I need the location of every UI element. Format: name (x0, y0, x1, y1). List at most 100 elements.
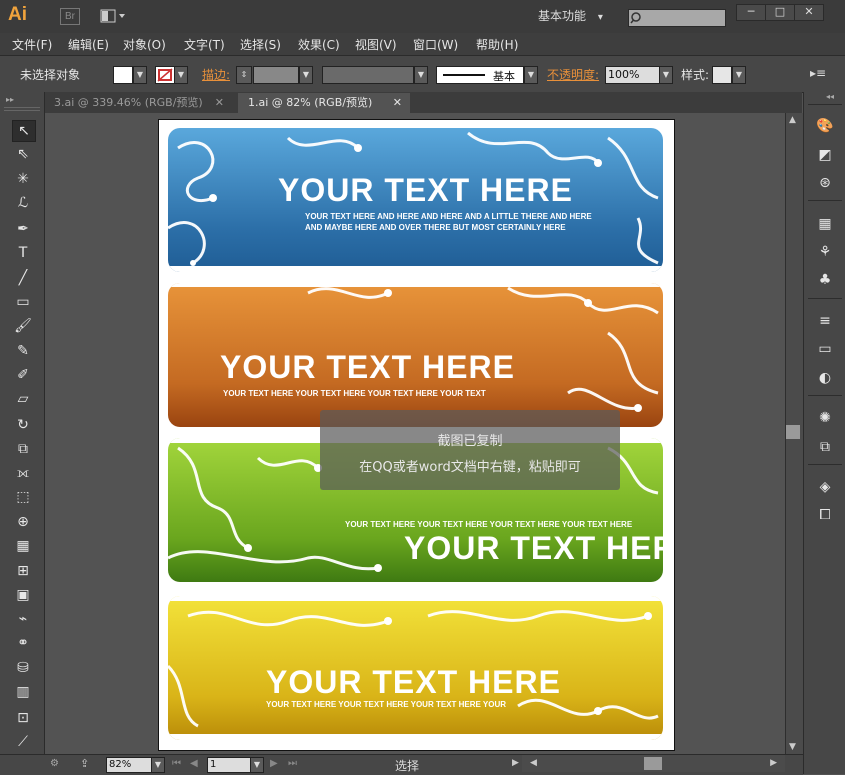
stroke-dropdown-icon[interactable]: ▼ (174, 66, 188, 84)
minimize-button[interactable]: ─ (736, 4, 766, 21)
magic-wand-tool-icon[interactable]: ✳ (12, 169, 34, 189)
stroke-weight-dropdown-icon[interactable]: ▼ (299, 66, 313, 84)
shape-builder-tool-icon[interactable]: ⊕ (12, 512, 34, 532)
swatches-icon[interactable]: ▦ (814, 214, 836, 234)
artboard-number-field[interactable]: 1 (207, 757, 251, 773)
paintbrush-tool-icon[interactable]: 🖌 (12, 316, 34, 336)
color-panel-icon[interactable]: 🎨 (814, 116, 836, 136)
pen-tool-icon[interactable]: ✒ (12, 219, 34, 239)
line-tool-icon[interactable]: ╱ (12, 268, 34, 288)
pencil-tool-icon[interactable]: ✎ (12, 341, 34, 361)
status-icon[interactable]: ⚙ (50, 758, 59, 769)
banner-yellow[interactable]: YOUR TEXT HERE YOUR TEXT HERE YOUR TEXT … (168, 596, 663, 740)
opacity-dropdown-icon[interactable]: ▼ (659, 66, 673, 84)
gradient-panel-icon[interactable]: ▭ (814, 339, 836, 359)
arrange-documents-icon[interactable] (100, 9, 128, 23)
artboard-dropdown-icon[interactable]: ▼ (250, 757, 264, 773)
width-tool-icon[interactable]: ⟗ (12, 463, 34, 483)
layers-panel-icon[interactable]: ◈ (814, 477, 836, 497)
stroke-panel-icon[interactable]: ≡ (814, 311, 836, 331)
column-graph-tool-icon[interactable]: ▥ (12, 682, 34, 702)
horizontal-scrollbar[interactable]: ◀ ▶ (522, 755, 785, 772)
first-artboard-icon[interactable]: ⏮ (172, 758, 181, 769)
menu-view[interactable]: 视图(V) (355, 36, 397, 53)
status-menu-icon[interactable]: ▶ (512, 758, 519, 768)
scroll-right-icon[interactable]: ▶ (770, 758, 777, 768)
panel-menu-icon[interactable]: ▸≡ (810, 66, 826, 80)
graphic-style-swatch[interactable] (712, 66, 732, 84)
close-window-button[interactable]: ✕ (794, 4, 824, 21)
workspace-switcher[interactable]: 基本功能 ▾ (538, 7, 613, 25)
eyedropper-tool-icon[interactable]: ⌁ (12, 609, 34, 629)
symbol-sprayer-tool-icon[interactable]: ⛁ (12, 658, 34, 678)
zoom-field[interactable]: 82% (106, 757, 152, 773)
selection-tool-icon[interactable]: ↖ (12, 120, 36, 142)
bridge-launch-button[interactable]: Br (60, 8, 80, 25)
tab-3ai[interactable]: 3.ai @ 339.46% (RGB/预览) ✕ (44, 93, 232, 113)
collapse-toolbar-icon[interactable]: ▸▸ (6, 95, 14, 104)
symbols-icon[interactable]: ♣ (814, 270, 836, 290)
free-transform-tool-icon[interactable]: ⬚ (12, 487, 34, 507)
close-tab-icon[interactable]: ✕ (393, 93, 402, 113)
color-guide-icon[interactable]: ◩ (814, 145, 836, 165)
menu-select[interactable]: 选择(S) (240, 36, 281, 53)
brush-dropdown-icon[interactable]: ▼ (524, 66, 538, 84)
tab-1ai[interactable]: 1.ai @ 82% (RGB/预览) ✕ (238, 93, 410, 113)
fill-color-swatch[interactable] (113, 66, 133, 84)
fill-dropdown-icon[interactable]: ▼ (133, 66, 147, 84)
menu-edit[interactable]: 编辑(E) (68, 36, 109, 53)
direct-selection-tool-icon[interactable]: ⇖ (12, 144, 34, 164)
banner-orange[interactable]: YOUR TEXT HERE YOUR TEXT HERE YOUR TEXT … (168, 283, 663, 427)
rotate-tool-icon[interactable]: ↻ (12, 415, 34, 435)
artboard-tool-icon[interactable]: ⊡ (12, 708, 34, 728)
scroll-left-icon[interactable]: ◀ (530, 758, 537, 768)
opacity-field[interactable]: 100% (605, 66, 661, 84)
scale-tool-icon[interactable]: ⧉ (12, 439, 34, 459)
kuler-icon[interactable]: ⊛ (814, 173, 836, 193)
menu-window[interactable]: 窗口(W) (413, 36, 458, 53)
graphic-styles-icon[interactable]: ⧉ (814, 437, 836, 457)
stroke-color-swatch[interactable] (155, 66, 175, 84)
menu-effect[interactable]: 效果(C) (298, 36, 340, 53)
variable-width-profile[interactable] (322, 66, 414, 84)
profile-dropdown-icon[interactable]: ▼ (414, 66, 428, 84)
stroke-label[interactable]: 描边: (202, 66, 230, 83)
appearance-panel-icon[interactable]: ✺ (814, 408, 836, 428)
eraser-tool-icon[interactable]: ▱ (12, 389, 34, 409)
brushes-icon[interactable]: ⚘ (814, 242, 836, 262)
gradient-tool-icon[interactable]: ▣ (12, 585, 34, 605)
opacity-label[interactable]: 不透明度: (547, 66, 599, 83)
menu-type[interactable]: 文字(T) (184, 36, 225, 53)
perspective-grid-tool-icon[interactable]: ▦ (12, 536, 34, 556)
share-icon[interactable]: ⇪ (80, 757, 89, 770)
mesh-tool-icon[interactable]: ⊞ (12, 561, 34, 581)
prev-artboard-icon[interactable]: ◀ (190, 758, 198, 769)
slice-tool-icon[interactable]: ⟋ (12, 732, 34, 752)
close-tab-icon[interactable]: ✕ (215, 93, 224, 113)
horizontal-scroll-thumb[interactable] (644, 757, 662, 770)
maximize-button[interactable]: □ (765, 4, 795, 21)
next-artboard-icon[interactable]: ▶ (270, 758, 278, 769)
last-artboard-icon[interactable]: ⏭ (288, 758, 297, 769)
stroke-weight-stepper[interactable]: ⇕ (236, 66, 252, 84)
zoom-dropdown-icon[interactable]: ▼ (151, 757, 165, 773)
lasso-tool-icon[interactable]: ℒ (12, 193, 34, 213)
menu-help[interactable]: 帮助(H) (476, 36, 518, 53)
expand-panels-icon[interactable]: ◂◂ (826, 92, 834, 101)
style-dropdown-icon[interactable]: ▼ (732, 66, 746, 84)
banner-blue[interactable]: YOUR TEXT HERE YOUR TEXT HERE AND HERE A… (168, 128, 663, 272)
blend-tool-icon[interactable]: ⚭ (12, 633, 34, 653)
type-tool-icon[interactable]: T (12, 243, 34, 263)
scroll-down-icon[interactable]: ▼ (789, 742, 796, 752)
help-search-input[interactable] (628, 9, 726, 27)
artboards-panel-icon[interactable]: ⧠ (814, 505, 836, 525)
vertical-scroll-thumb[interactable] (786, 425, 800, 439)
scroll-up-icon[interactable]: ▲ (789, 115, 796, 125)
rectangle-tool-icon[interactable]: ▭ (12, 292, 34, 312)
brush-definition-field[interactable]: 基本 (436, 66, 524, 84)
stroke-weight-field[interactable] (253, 66, 299, 84)
blob-brush-tool-icon[interactable]: ✐ (12, 365, 34, 385)
menu-object[interactable]: 对象(O) (123, 36, 166, 53)
toolbar-grip[interactable] (4, 107, 40, 111)
menu-file[interactable]: 文件(F) (12, 36, 52, 53)
